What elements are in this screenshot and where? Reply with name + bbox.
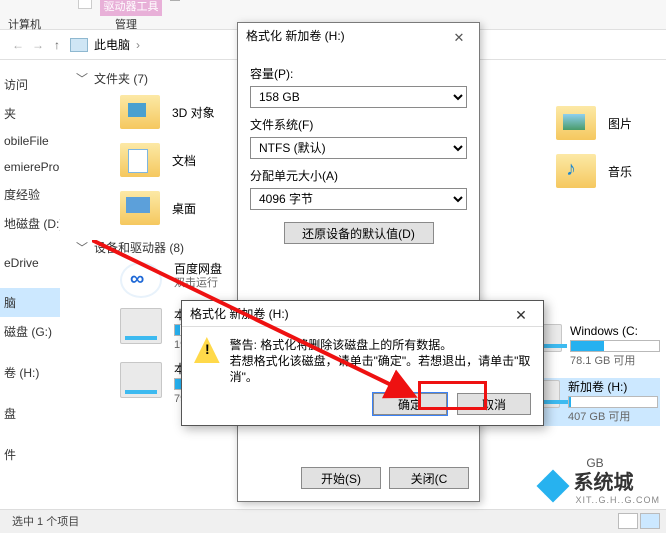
device-capacity: 78.1 GB 可用 (570, 354, 660, 368)
drive-icon (120, 362, 162, 398)
start-button[interactable]: 开始(S) (301, 467, 381, 489)
music-icon (556, 154, 596, 188)
capacity-bar (568, 396, 658, 408)
nav-item[interactable]: 盘 (0, 399, 60, 428)
nav-item[interactable]: obileFile (0, 128, 60, 154)
nav-item[interactable]: eDrive (0, 250, 60, 276)
format-dialog: 格式化 新加卷 (H:) ✕ 容量(P): 158 GB 文件系统(F) NTF… (237, 22, 480, 502)
filesystem-select[interactable]: NTFS (默认) (250, 137, 467, 159)
folders-right-col: 图片 音乐 (556, 100, 656, 202)
view-list-icon[interactable] (618, 513, 638, 529)
watermark: 系统城 XIT..G.H..G.COM (539, 466, 660, 505)
device-capacity: 407 GB 可用 (568, 410, 658, 424)
view-grid-icon[interactable] (640, 513, 660, 529)
nav-tree[interactable]: 访问 夹 obileFile emierePro 度经验 地磁盘 (D:) eD… (0, 60, 60, 503)
cancel-button[interactable]: 取消 (457, 393, 531, 415)
status-bar: 选中 1 个项目 (0, 509, 666, 533)
folders-group-label: 文件夹 (7) (94, 70, 148, 87)
nav-item[interactable]: 卷 (H:) (0, 358, 60, 387)
filesystem-label: 文件系统(F) (250, 116, 467, 133)
this-pc-icon (70, 38, 88, 52)
folder-label: 文档 (172, 152, 196, 169)
ribbon-min-icon: — (170, 0, 182, 7)
device-windows-c[interactable]: Windows (C: 78.1 GB 可用 (530, 324, 660, 368)
nav-item[interactable]: 磁盘 (G:) (0, 317, 60, 346)
confirm-dialog-title: 格式化 新加卷 (H:) ✕ (182, 301, 543, 327)
device-name: 新加卷 (H:) (568, 380, 658, 394)
breadcrumb-sep-icon: › (136, 38, 140, 52)
format-dialog-title: 格式化 新加卷 (H:) ✕ (238, 23, 479, 49)
folder-label: 图片 (608, 115, 632, 132)
nav-item-selected[interactable]: 脑 (0, 288, 60, 317)
nav-item[interactable]: 访问 (0, 70, 60, 99)
watermark-sub: XIT..G.H..G.COM (575, 495, 660, 505)
watermark-text: 系统城 (573, 466, 660, 495)
nav-item[interactable]: 度经验 (0, 180, 60, 209)
folder-icon (120, 95, 160, 129)
close-icon[interactable]: ✕ (443, 25, 475, 45)
chevron-down-icon: ﹀ (76, 239, 88, 256)
devices-group-label: 设备和驱动器 (8) (94, 239, 184, 256)
device-new-volume-h[interactable]: 新加卷 (H:) 407 GB 可用 (530, 378, 660, 426)
device-name: Windows (C: (570, 324, 660, 338)
capacity-bar (570, 340, 660, 352)
desktop-icon (120, 191, 160, 225)
pictures-icon (556, 106, 596, 140)
devices-right-col: Windows (C: 78.1 GB 可用 新加卷 (H:) 407 GB 可… (530, 320, 660, 470)
close-icon[interactable]: ✕ (503, 302, 539, 324)
baidu-netdisk-icon (120, 262, 162, 298)
restore-defaults-button[interactable]: 还原设备的默认值(D) (284, 222, 434, 244)
documents-icon (120, 143, 160, 177)
close-button[interactable]: 关闭(C (389, 467, 469, 489)
nav-item[interactable]: emierePro (0, 154, 60, 180)
folder-label: 音乐 (608, 163, 632, 180)
watermark-logo-icon (539, 472, 567, 500)
allocation-label: 分配单元大小(A) (250, 167, 467, 184)
ok-button[interactable]: 确定 (373, 393, 447, 415)
nav-item[interactable]: 件 (0, 440, 60, 469)
fwd-arrow-icon[interactable]: → (32, 38, 44, 52)
nav-item[interactable]: 夹 (0, 99, 60, 128)
up-arrow-icon[interactable]: ↑ (54, 38, 60, 52)
capacity-label: 容量(P): (250, 65, 467, 82)
capacity-select[interactable]: 158 GB (250, 86, 467, 108)
folder-label: 桌面 (172, 200, 196, 217)
confirm-message: 警告: 格式化将删除该磁盘上的所有数据。 若想格式化该磁盘，请单击"确定"。若想… (230, 337, 531, 385)
back-arrow-icon[interactable]: ← (12, 38, 24, 52)
warning-icon (194, 337, 220, 363)
folder-label: 3D 对象 (172, 104, 215, 121)
folder-item-pictures[interactable]: 图片 (556, 106, 656, 140)
drive-icon (120, 308, 162, 344)
ribbon-mini-icon (78, 0, 92, 9)
nav-item[interactable]: 地磁盘 (D:) (0, 209, 60, 238)
breadcrumb[interactable]: 此电脑 (94, 36, 130, 53)
drive-tools-tab[interactable]: 驱动器工具 (100, 0, 162, 16)
folder-item-music[interactable]: 音乐 (556, 154, 656, 188)
chevron-down-icon: ﹀ (76, 70, 88, 87)
view-mode-buttons[interactable] (616, 513, 660, 529)
status-text: 选中 1 个项目 (12, 516, 79, 528)
confirm-dialog: 格式化 新加卷 (H:) ✕ 警告: 格式化将删除该磁盘上的所有数据。 若想格式… (181, 300, 544, 426)
allocation-select[interactable]: 4096 字节 (250, 188, 467, 210)
